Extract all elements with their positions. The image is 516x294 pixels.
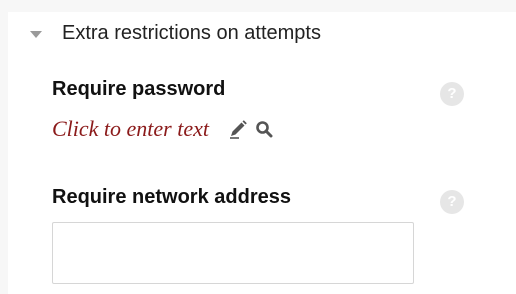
section-toggle-extra-restrictions[interactable]: Extra restrictions on attempts [30, 22, 321, 45]
password-inplace-text[interactable]: Click to enter text [52, 116, 209, 142]
network-address-help-icon[interactable]: ? [440, 190, 464, 214]
require-network-address-label: Require network address [52, 186, 291, 208]
section-title: Extra restrictions on attempts [62, 22, 321, 44]
require-password-label: Require password [52, 78, 226, 100]
password-inplace-editable: Click to enter text [52, 116, 273, 142]
pencil-icon[interactable] [227, 118, 249, 140]
chevron-down-icon [30, 31, 42, 38]
search-icon[interactable] [255, 120, 273, 138]
password-help-icon[interactable]: ? [440, 82, 464, 106]
network-address-input[interactable] [52, 222, 414, 284]
